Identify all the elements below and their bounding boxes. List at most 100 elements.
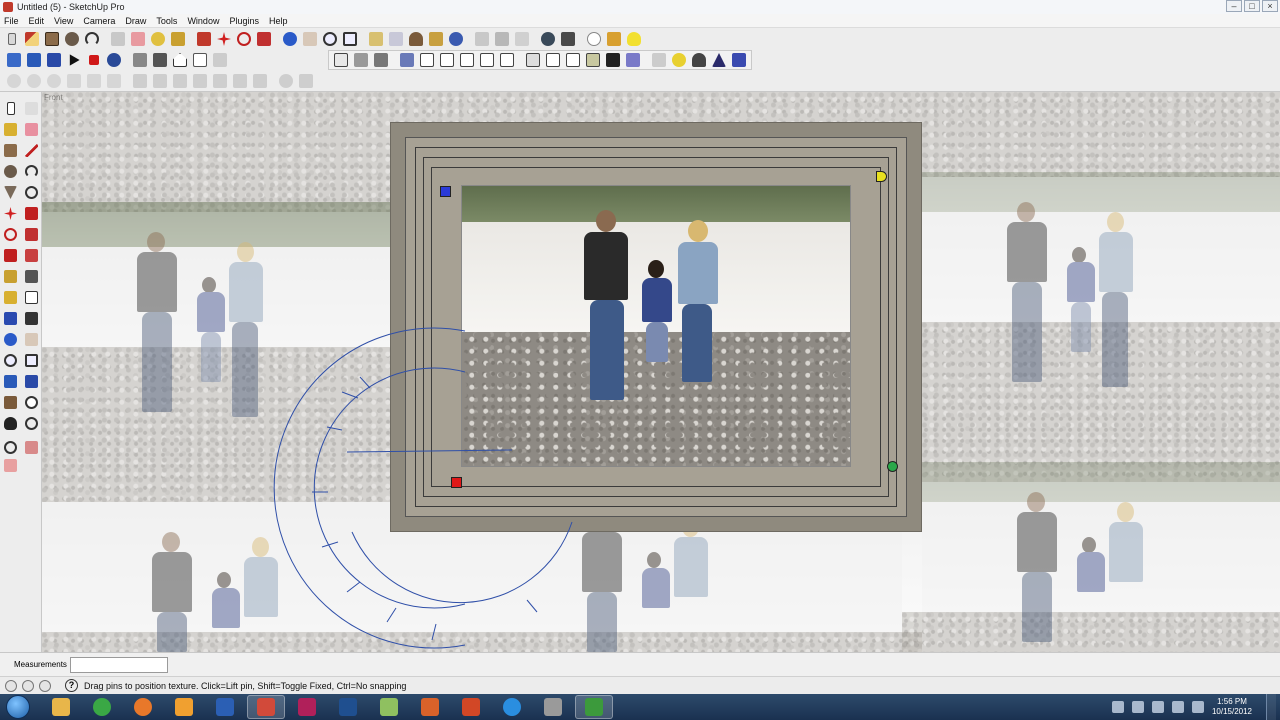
- zoom-extents-icon[interactable]: [340, 29, 360, 49]
- fog-icon[interactable]: [689, 50, 709, 70]
- 3d-text-side-icon[interactable]: [21, 308, 42, 329]
- credits-icon[interactable]: [22, 679, 34, 692]
- tape-side-icon[interactable]: [0, 266, 21, 287]
- move-side-icon[interactable]: [0, 203, 21, 224]
- push-pull-icon[interactable]: [194, 29, 214, 49]
- share-model-icon[interactable]: [604, 29, 624, 49]
- arc-side-icon[interactable]: [21, 161, 42, 182]
- component-icon[interactable]: [21, 98, 42, 119]
- tray-dropbox-icon[interactable]: [1171, 701, 1184, 713]
- pan-side-icon[interactable]: [21, 329, 42, 350]
- component-options-icon[interactable]: [296, 71, 316, 91]
- shaded-texture-style-icon[interactable]: [603, 50, 623, 70]
- previous-side-icon[interactable]: [21, 371, 42, 392]
- eraser-alt-side-icon[interactable]: [0, 455, 21, 476]
- rotate-side-icon[interactable]: [0, 224, 21, 245]
- taskbar-app-1[interactable]: [83, 695, 121, 719]
- sandbox-icon-7[interactable]: [250, 71, 270, 91]
- zoom-tool-icon[interactable]: [320, 29, 340, 49]
- taskbar-app-11[interactable]: [493, 695, 531, 719]
- right-view-icon[interactable]: [457, 50, 477, 70]
- menu-edit[interactable]: Edit: [29, 16, 45, 26]
- hidden-line-style-icon[interactable]: [563, 50, 583, 70]
- ruby-console-icon[interactable]: [104, 50, 124, 70]
- tray-network-icon[interactable]: [1151, 701, 1164, 713]
- wireframe-style-icon[interactable]: [543, 50, 563, 70]
- back-view-icon[interactable]: [477, 50, 497, 70]
- taskbar-app-10[interactable]: [452, 695, 490, 719]
- menu-window[interactable]: Window: [187, 16, 219, 26]
- section-plane-side-icon[interactable]: [21, 413, 42, 434]
- top-view-icon[interactable]: [417, 50, 437, 70]
- rectangle-tool-icon[interactable]: [42, 29, 62, 49]
- sandbox-icon-2[interactable]: [150, 71, 170, 91]
- house-icon[interactable]: [170, 50, 190, 70]
- sandbox-icon-1[interactable]: [130, 71, 150, 91]
- paint-side-icon[interactable]: [21, 440, 42, 455]
- eraser-tool-icon[interactable]: [128, 29, 148, 49]
- polygon-side-icon[interactable]: [0, 182, 21, 203]
- taskbar-app-13[interactable]: [575, 695, 613, 719]
- scale-side-icon[interactable]: [0, 245, 21, 266]
- walk-tool-icon[interactable]: [426, 29, 446, 49]
- dimension-side-icon[interactable]: [21, 266, 42, 287]
- zoom-window-side-icon[interactable]: [21, 350, 42, 371]
- look-around-side-icon[interactable]: [21, 392, 42, 413]
- tool-icon-b[interactable]: [371, 50, 391, 70]
- offset-side-icon[interactable]: [21, 245, 42, 266]
- look-around-icon[interactable]: [446, 29, 466, 49]
- walk-side-icon[interactable]: [0, 413, 21, 434]
- roof-icon[interactable]: [210, 50, 230, 70]
- taskbar-app-5[interactable]: [247, 695, 285, 719]
- next-view-icon[interactable]: [386, 29, 406, 49]
- tray-volume-icon[interactable]: [1191, 701, 1204, 713]
- lightbulb-icon[interactable]: [624, 29, 644, 49]
- orbit-side-icon[interactable]: [0, 329, 21, 350]
- sketchup-style-icon-2[interactable]: [24, 50, 44, 70]
- maximize-button[interactable]: □: [1244, 0, 1260, 12]
- menu-help[interactable]: Help: [269, 16, 288, 26]
- left-view-icon[interactable]: [497, 50, 517, 70]
- system-clock[interactable]: 1:56 PM 10/15/2012: [1212, 697, 1252, 717]
- axes-side-icon[interactable]: [0, 308, 21, 329]
- wizard-icon[interactable]: [709, 50, 729, 70]
- model-viewport[interactable]: Front: [42, 92, 1280, 652]
- play-icon[interactable]: [64, 50, 84, 70]
- xray-style-icon[interactable]: [523, 50, 543, 70]
- zoom-extents-side-icon[interactable]: [0, 371, 21, 392]
- close-button[interactable]: ×: [1262, 0, 1278, 12]
- help-icon[interactable]: ?: [65, 679, 78, 692]
- tape-measure-icon[interactable]: [148, 29, 168, 49]
- zoom-side-icon[interactable]: [0, 350, 21, 371]
- show-desktop-button[interactable]: [1266, 694, 1276, 720]
- circle-side-icon[interactable]: [0, 161, 21, 182]
- shadows-icon[interactable]: [649, 50, 669, 70]
- monochrome-style-icon[interactable]: [623, 50, 643, 70]
- google-earth-icon[interactable]: [538, 29, 558, 49]
- arc-tool-icon[interactable]: [82, 29, 102, 49]
- sandbox-icon-6[interactable]: [230, 71, 250, 91]
- tool-icon-a[interactable]: [351, 50, 371, 70]
- position-camera-side-icon[interactable]: [0, 392, 21, 413]
- taskbar-app-0[interactable]: [42, 695, 80, 719]
- geo-location-icon[interactable]: [5, 679, 17, 692]
- sandbox-icon-4[interactable]: [190, 71, 210, 91]
- sandbox-icon-3[interactable]: [170, 71, 190, 91]
- previous-view-icon[interactable]: [366, 29, 386, 49]
- paint-bucket-icon[interactable]: [168, 29, 188, 49]
- menu-file[interactable]: File: [4, 16, 19, 26]
- sandbox-icon-5[interactable]: [210, 71, 230, 91]
- line-side-icon[interactable]: [21, 140, 42, 161]
- menu-tools[interactable]: Tools: [156, 16, 177, 26]
- follow-me-side-icon[interactable]: [21, 224, 42, 245]
- solid-union-icon[interactable]: [4, 71, 24, 91]
- circle-tool-icon[interactable]: [62, 29, 82, 49]
- protractor-side-icon[interactable]: [0, 287, 21, 308]
- user-icon[interactable]: [39, 679, 51, 692]
- layers-icon[interactable]: [729, 50, 749, 70]
- tray-up-arrow-icon[interactable]: [1111, 701, 1124, 713]
- start-button-icon[interactable]: [6, 695, 30, 719]
- position-camera-icon[interactable]: [406, 29, 426, 49]
- taskbar-app-2[interactable]: [124, 695, 162, 719]
- section-cut-icon[interactable]: [512, 29, 532, 49]
